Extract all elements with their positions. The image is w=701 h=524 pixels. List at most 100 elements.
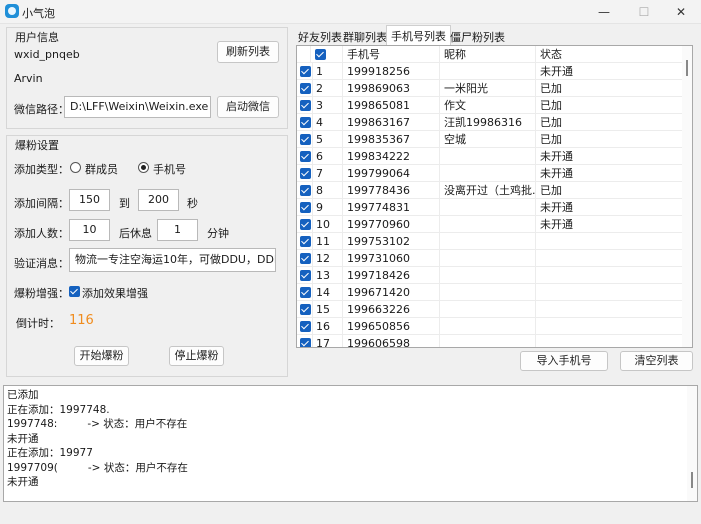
interval-min-input[interactable]: 150 — [69, 189, 110, 211]
row-checkbox[interactable] — [300, 202, 311, 213]
table-row[interactable]: 6 199834222 未开通 — [297, 148, 683, 165]
radio-phone[interactable] — [138, 162, 149, 173]
row-status: 未开通 — [536, 216, 683, 233]
table-row[interactable]: 7 199799064 未开通 — [297, 165, 683, 182]
stop-fan-button[interactable]: 停止爆粉 — [169, 346, 224, 366]
row-checkbox[interactable] — [300, 134, 311, 145]
row-nickname — [440, 335, 536, 347]
close-button[interactable]: ✕ — [658, 0, 701, 24]
user-info-title: 用户信息 — [15, 31, 59, 44]
row-nickname — [440, 63, 536, 80]
interval-label: 添加间隔： — [14, 197, 69, 210]
verify-label: 验证消息： — [14, 257, 69, 270]
row-checkbox[interactable] — [300, 168, 311, 179]
table-row[interactable]: 17 199606598 — [297, 335, 683, 347]
row-status: 未开通 — [536, 63, 683, 80]
row-nickname — [440, 284, 536, 301]
row-number: 13 — [313, 267, 343, 284]
row-checkbox[interactable] — [300, 117, 311, 128]
table-row[interactable]: 12 199731060 — [297, 250, 683, 267]
table-row[interactable]: 15 199663226 — [297, 301, 683, 318]
radio-phone-label: 手机号 — [153, 163, 186, 176]
count-label: 添加人数： — [14, 227, 69, 240]
user-info-group: 用户信息 wxid_pnqeb Arvin 微信路径： D:\LFF\Weixi… — [6, 27, 288, 129]
log-line: 未开通 — [7, 432, 39, 445]
log-scrollbar[interactable] — [687, 386, 697, 501]
row-number: 6 — [313, 148, 343, 165]
phone-list-table: 手机号 昵称 状态 1 199918256 未开通 2 199869063 一米阳光 已加 3… — [296, 45, 693, 348]
row-nickname: 作文 — [440, 97, 536, 114]
table-scrollbar[interactable] — [682, 46, 692, 347]
row-number: 16 — [313, 318, 343, 335]
select-all-checkbox[interactable] — [315, 49, 326, 60]
tab-groups[interactable]: 群聊列表 — [339, 27, 391, 45]
header-select-all[interactable] — [311, 46, 343, 63]
table-row[interactable]: 14 199671420 — [297, 284, 683, 301]
table-row[interactable]: 1 199918256 未开通 — [297, 63, 683, 80]
row-checkbox[interactable] — [300, 338, 311, 347]
tab-phones[interactable]: 手机号列表 — [386, 25, 451, 46]
refresh-list-button[interactable]: 刷新列表 — [217, 41, 279, 63]
row-phone: 199869063 — [343, 80, 440, 97]
table-row[interactable]: 16 199650856 — [297, 318, 683, 335]
start-fan-button[interactable]: 开始爆粉 — [74, 346, 129, 366]
import-phones-button[interactable]: 导入手机号 — [520, 351, 608, 371]
row-checkbox[interactable] — [300, 185, 311, 196]
table-row[interactable]: 10 199770960 未开通 — [297, 216, 683, 233]
row-checkbox[interactable] — [300, 321, 311, 332]
row-nickname: 空城 — [440, 131, 536, 148]
row-checkbox[interactable] — [300, 236, 311, 247]
row-phone: 199718426 — [343, 267, 440, 284]
count-input[interactable]: 10 — [69, 219, 110, 241]
row-phone: 199770960 — [343, 216, 440, 233]
table-row[interactable]: 4 199863167 汪凯19986316 已加 — [297, 114, 683, 131]
row-status: 已加 — [536, 114, 683, 131]
interval-unit-label: 秒 — [187, 197, 198, 210]
nickname-label: Arvin — [14, 72, 43, 85]
tab-zombie-fans[interactable]: 僵尸粉列表 — [446, 27, 509, 45]
verify-message-input[interactable]: 物流一专注空海运10年，可做DDU，DDP，CIF — [69, 248, 276, 272]
table-row[interactable]: 9 199774831 未开通 — [297, 199, 683, 216]
row-phone: 199865081 — [343, 97, 440, 114]
log-output[interactable]: 已添加 正在添加：1997748. 1997748: -> 状态：用户不存在 未开通正… — [3, 385, 698, 502]
row-checkbox[interactable] — [300, 270, 311, 281]
weixin-path-field[interactable]: D:\LFF\Weixin\Weixin.exe — [64, 96, 211, 118]
table-row[interactable]: 11 199753102 — [297, 233, 683, 250]
row-checkbox[interactable] — [300, 219, 311, 230]
interval-max-input[interactable]: 200 — [138, 189, 179, 211]
row-checkbox[interactable] — [300, 304, 311, 315]
row-status: 已加 — [536, 97, 683, 114]
fan-settings-title: 爆粉设置 — [15, 139, 59, 152]
row-nickname: 汪凯19986316 — [440, 114, 536, 131]
row-checkbox[interactable] — [300, 66, 311, 77]
table-scrollbar-thumb[interactable] — [686, 60, 688, 76]
row-checkbox[interactable] — [300, 83, 311, 94]
table-row[interactable]: 3 199865081 作文 已加 — [297, 97, 683, 114]
row-status — [536, 233, 683, 250]
table-header: 手机号 昵称 状态 — [297, 46, 683, 63]
row-number: 14 — [313, 284, 343, 301]
row-number: 9 — [313, 199, 343, 216]
table-row[interactable]: 2 199869063 一米阳光 已加 — [297, 80, 683, 97]
row-checkbox[interactable] — [300, 287, 311, 298]
table-row[interactable]: 8 199778436 没离开过（土鸡批... 已加 — [297, 182, 683, 199]
table-row[interactable]: 13 199718426 — [297, 267, 683, 284]
wxid-label: wxid_pnqeb — [14, 48, 80, 61]
log-scrollbar-thumb[interactable] — [691, 472, 693, 488]
header-phone: 手机号 — [343, 46, 440, 63]
table-row[interactable]: 5 199835367 空城 已加 — [297, 131, 683, 148]
clear-list-button[interactable]: 清空列表 — [620, 351, 693, 371]
start-weixin-button[interactable]: 启动微信 — [217, 96, 279, 118]
enhance-checkbox[interactable] — [69, 286, 80, 297]
row-status: 已加 — [536, 182, 683, 199]
interval-to-label: 到 — [119, 197, 130, 210]
row-checkbox[interactable] — [300, 253, 311, 264]
row-nickname — [440, 165, 536, 182]
rest-input[interactable]: 1 — [157, 219, 198, 241]
radio-group-members[interactable] — [70, 162, 81, 173]
row-number: 4 — [313, 114, 343, 131]
row-checkbox[interactable] — [300, 100, 311, 111]
log-line: 正在添加：19977 — [7, 447, 93, 459]
row-number: 3 — [313, 97, 343, 114]
row-checkbox[interactable] — [300, 151, 311, 162]
